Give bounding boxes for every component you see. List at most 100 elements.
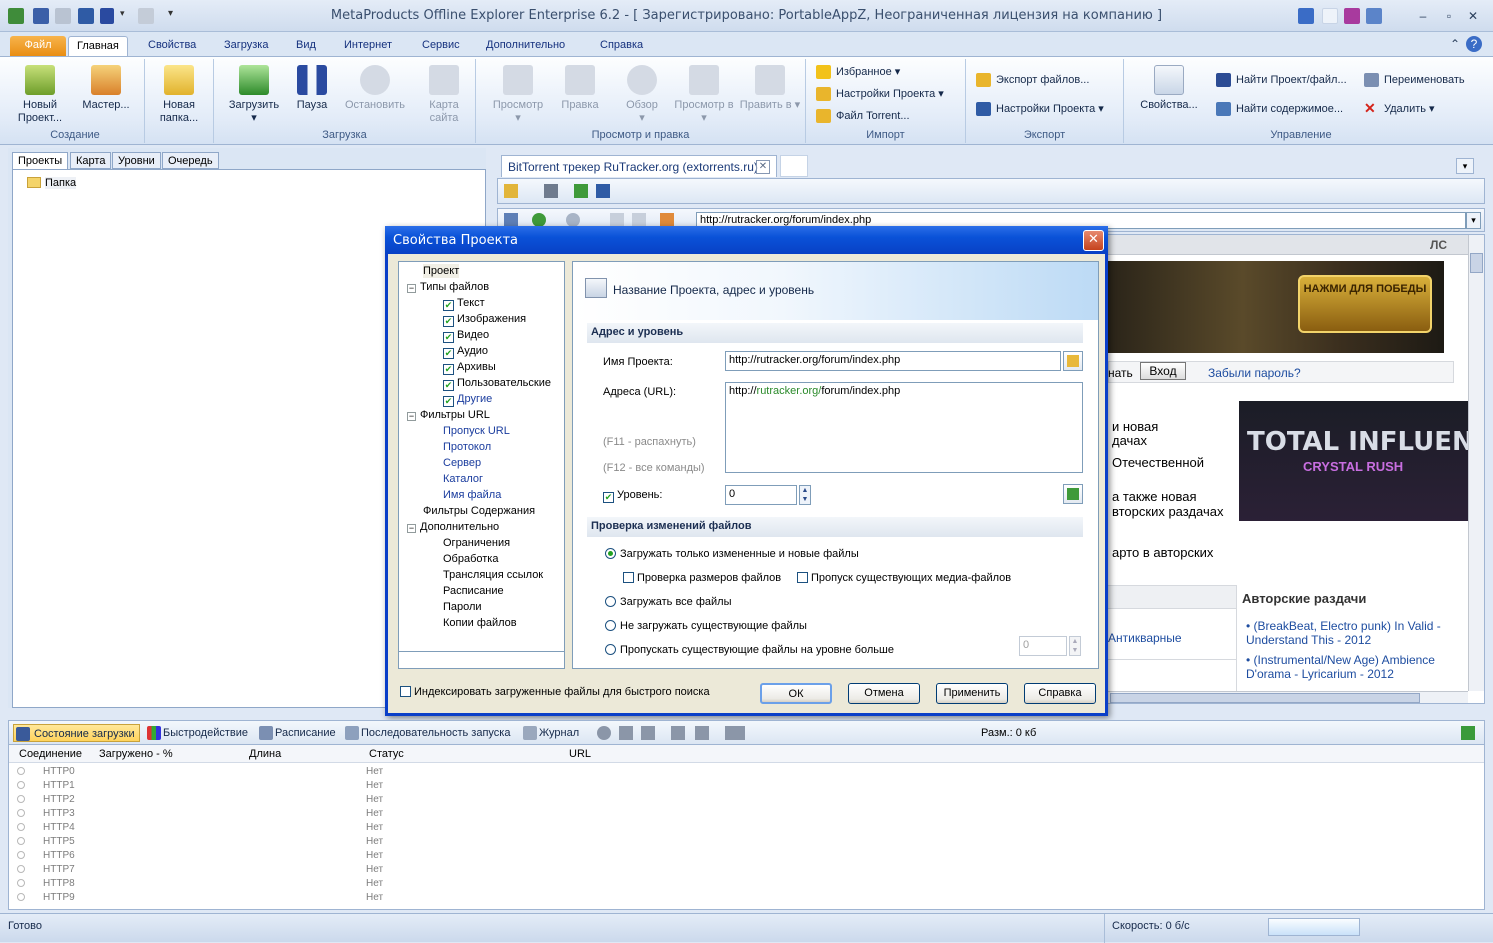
tab-levels[interactable]: Уровни	[112, 152, 161, 169]
collapse-icon[interactable]	[1366, 8, 1382, 24]
author-item[interactable]: • (BreakBeat, Electro punk) In Valid - U…	[1246, 619, 1464, 647]
page-scrollbar[interactable]	[1468, 235, 1484, 691]
checkbox-checked-icon[interactable]: ✔	[443, 300, 454, 311]
level-spinner[interactable]: ▲ ▼	[799, 485, 811, 505]
radio-skip-level[interactable]: Пропускать существующие файлы на уровне …	[605, 644, 894, 656]
stop-icon[interactable]	[610, 213, 624, 227]
stop-icon[interactable]	[597, 726, 611, 740]
check-sizes-checkbox[interactable]: Проверка размеров файлов	[623, 572, 781, 584]
tree-protocol[interactable]: Протокол	[443, 440, 491, 454]
tab-properties[interactable]: Свойства	[140, 36, 204, 56]
skip-level-input[interactable]: 0	[1019, 636, 1067, 656]
table-row[interactable]: HTTP7 Нет	[9, 863, 1484, 877]
save-icon[interactable]	[596, 184, 610, 198]
skip-media-checkbox[interactable]: Пропуск существующих медиа-файлов	[797, 572, 1011, 584]
close-icon[interactable]: ✕	[1464, 8, 1482, 24]
pin-icon[interactable]	[1298, 8, 1314, 24]
tab-service[interactable]: Сервис	[414, 36, 468, 56]
collapse-icon[interactable]: −	[407, 284, 416, 293]
tree-archives[interactable]: ✔ Архивы	[443, 360, 496, 375]
ok-button[interactable]: ОК	[760, 683, 832, 704]
checkbox-checked-icon[interactable]: ✔	[443, 348, 454, 359]
tree-url-skip[interactable]: Пропуск URL	[443, 424, 510, 438]
radio-off-icon[interactable]	[605, 596, 616, 607]
rename-button[interactable]: Переименовать	[1364, 71, 1465, 89]
close-tab-icon[interactable]: ✕	[756, 160, 770, 174]
export-files-button[interactable]: Экспорт файлов...	[976, 71, 1089, 89]
preview-button[interactable]: Просмотр ▾	[488, 65, 548, 125]
export-settings-button[interactable]: Настройки Проекта ▾	[976, 100, 1104, 118]
tab-view[interactable]: Вид	[288, 36, 324, 56]
table-row[interactable]: HTTP1 Нет	[9, 779, 1484, 793]
tree-file-name[interactable]: Имя файла	[443, 488, 501, 502]
tree-server[interactable]: Сервер	[443, 456, 481, 470]
tree-link-translation[interactable]: Трансляция ссылок	[443, 568, 543, 582]
col-connection[interactable]: Соединение	[19, 748, 82, 760]
collapse-icon[interactable]: −	[407, 412, 416, 421]
tree-advanced[interactable]: − Дополнительно	[407, 520, 499, 534]
tab-performance[interactable]: Быстродействие	[145, 724, 248, 742]
level-options-button[interactable]	[1063, 484, 1083, 504]
url-dropdown-icon[interactable]: ▾	[1466, 212, 1481, 229]
edit-in-button[interactable]: Править в ▾	[738, 65, 802, 112]
edit-name-button[interactable]	[1063, 351, 1083, 371]
tree-processing[interactable]: Обработка	[443, 552, 498, 566]
site-map-button[interactable]: Карта сайта	[414, 65, 474, 125]
tree-schedule[interactable]: Расписание	[443, 584, 504, 598]
edit-page-icon[interactable]	[504, 184, 518, 198]
stop-button[interactable]: Остановить	[342, 65, 408, 112]
checkbox-icon[interactable]	[400, 686, 411, 697]
delete-button[interactable]: ✕ Удалить ▾	[1364, 100, 1435, 118]
ad-total-influence[interactable]: TOTAL INFLUENCE CRYSTAL RUSH	[1239, 401, 1468, 521]
help-button[interactable]: Справка	[1024, 683, 1096, 704]
tree-audio[interactable]: ✔ Аудио	[443, 344, 488, 359]
checkbox-icon[interactable]	[797, 572, 808, 583]
author-item[interactable]: • (Instrumental/New Age) Ambience D'oram…	[1246, 653, 1464, 681]
ribbon-minimize-icon[interactable]: ⌃	[1446, 36, 1464, 52]
pause-button[interactable]: Пауза	[284, 65, 340, 112]
tree-file-types[interactable]: − Типы файлов	[407, 280, 489, 294]
col-downloaded[interactable]: Загружено - %	[99, 748, 173, 760]
tab-projects[interactable]: Проекты	[12, 152, 69, 170]
link-icon[interactable]	[695, 726, 709, 740]
urls-textarea[interactable]: http://rutracker.org/forum/index.php	[725, 382, 1083, 473]
table-row[interactable]: HTTP4 Нет	[9, 821, 1484, 835]
new-project-button[interactable]: Новый Проект...	[10, 65, 70, 125]
table-row[interactable]: HTTP3 Нет	[9, 807, 1484, 821]
wizard-button[interactable]: Мастер...	[78, 65, 134, 112]
col-status[interactable]: Статус	[369, 748, 404, 760]
help-icon[interactable]: ?	[1466, 36, 1482, 52]
blank-icon[interactable]	[1322, 8, 1338, 24]
properties-button[interactable]: Свойства...	[1136, 65, 1202, 112]
tree-content-filters[interactable]: Фильтры Содержания	[423, 504, 535, 518]
minimize-icon[interactable]: –	[1414, 8, 1432, 24]
table-row[interactable]: HTTP8 Нет	[9, 877, 1484, 891]
index-files-checkbox[interactable]: Индексировать загруженные файлы для быст…	[400, 686, 710, 698]
radio-on-icon[interactable]	[605, 548, 616, 559]
view-in-button[interactable]: Просмотр в ▾	[672, 65, 736, 125]
tab-queue[interactable]: Очередь	[162, 152, 219, 169]
play-icon[interactable]	[619, 726, 633, 740]
torrent-file-button[interactable]: Файл Torrent...	[816, 107, 910, 125]
tree-file-copies[interactable]: Копии файлов	[443, 616, 517, 630]
project-name-input[interactable]: http://rutracker.org/forum/index.php	[725, 351, 1061, 371]
tab-home[interactable]: Главная	[68, 36, 128, 56]
tree-images[interactable]: ✔ Изображения	[443, 312, 526, 327]
copy-icon[interactable]	[671, 726, 685, 740]
skin-icon[interactable]	[1344, 8, 1360, 24]
new-folder-button[interactable]: Новая папка...	[149, 65, 209, 125]
close-icon[interactable]: ✕	[1083, 230, 1104, 251]
import-settings-button[interactable]: Настройки Проекта ▾	[816, 85, 944, 103]
tree-video[interactable]: ✔ Видео	[443, 328, 489, 343]
tree-directory[interactable]: Каталог	[443, 472, 483, 486]
radio-changed-only[interactable]: Загружать только измененные и новые файл…	[605, 548, 859, 560]
radio-off-icon[interactable]	[605, 644, 616, 655]
tree-item-folder[interactable]: Папка	[27, 176, 77, 190]
tabs-menu-icon[interactable]: ▾	[1456, 158, 1474, 174]
edit-button[interactable]: Правка	[552, 65, 608, 112]
collapse-icon[interactable]: −	[407, 524, 416, 533]
level-checkbox[interactable]: ✔ Уровень:	[603, 489, 662, 503]
scrollbar-thumb[interactable]	[1470, 253, 1483, 273]
tab-download-status[interactable]: Состояние загрузки	[13, 724, 140, 742]
list-icon[interactable]	[641, 726, 655, 740]
